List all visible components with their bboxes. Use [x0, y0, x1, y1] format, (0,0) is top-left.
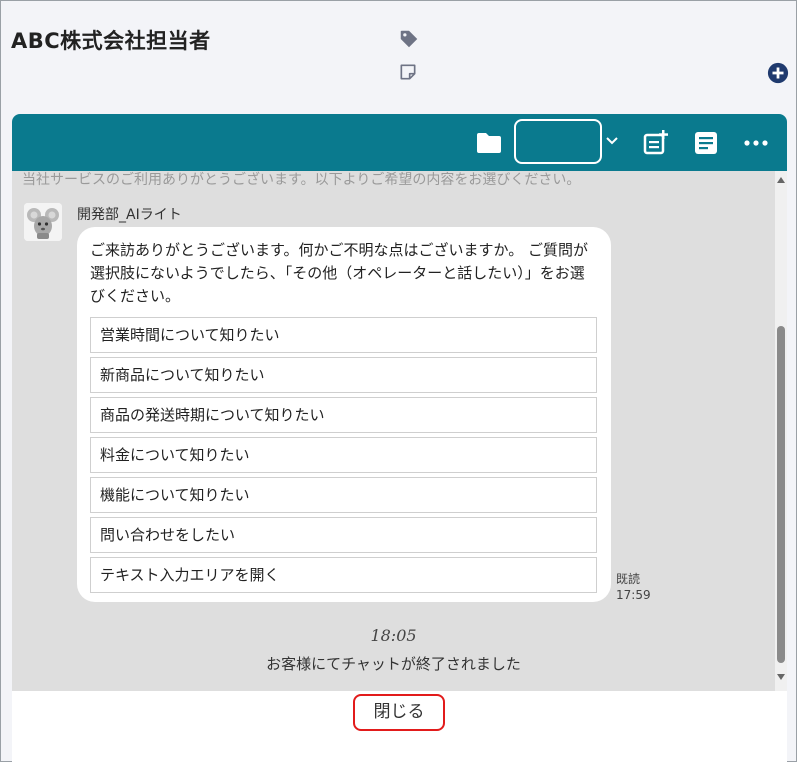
chat-toolbar: [12, 114, 787, 171]
note-icon[interactable]: [398, 62, 418, 82]
option-pricing[interactable]: 料金について知りたい: [90, 437, 597, 473]
scroll-down-arrow-icon[interactable]: [777, 674, 785, 680]
folder-button[interactable]: [474, 128, 504, 158]
bot-message-text: ご来訪ありがとうございます。何かご不明な点はございますか。 ご質問が選択肢にない…: [90, 241, 588, 305]
read-label: 既読: [616, 572, 641, 586]
chat-panel: 当社サービスのご利用ありがとうございます。以下よりご希望の内容をお選びください。…: [12, 114, 787, 762]
page-title: ABC株式会社担当者: [11, 29, 211, 53]
option-new-products[interactable]: 新商品について知りたい: [90, 357, 597, 393]
more-icon: [744, 140, 768, 146]
option-inquiry[interactable]: 問い合わせをしたい: [90, 517, 597, 553]
add-note-icon: [643, 130, 668, 155]
document-button[interactable]: [691, 128, 721, 158]
document-icon: [695, 132, 717, 154]
chat-window: ABC株式会社担当者 当社サービスのご利用ありがとうございます。以下よりご希望の…: [0, 0, 797, 762]
status-select[interactable]: [514, 119, 602, 164]
bot-avatar: [24, 203, 62, 241]
sender-name: 開発部_AIライト: [77, 207, 182, 223]
scroll-up-arrow-icon[interactable]: [777, 177, 785, 183]
plus-circle-icon[interactable]: [767, 62, 789, 84]
previous-message-partial: 当社サービスのご利用ありがとうございます。以下よりご希望の内容をお選びください。: [22, 172, 581, 188]
tag-icon[interactable]: [398, 28, 420, 50]
bot-message-bubble: ご来訪ありがとうございます。何かご不明な点はございますか。 ご質問が選択肢にない…: [77, 227, 611, 602]
chat-end-time: 18:05: [370, 626, 417, 645]
more-button[interactable]: [741, 128, 771, 158]
close-button[interactable]: 閉じる: [353, 694, 445, 731]
read-status: 既読 17:59: [616, 571, 651, 603]
chat-end-message: お客様にてチャットが終了されました: [266, 655, 521, 673]
chevron-down-icon[interactable]: [604, 132, 620, 148]
chat-history: 当社サービスのご利用ありがとうございます。以下よりご希望の内容をお選びください。…: [12, 171, 775, 691]
option-shipping-time[interactable]: 商品の発送時期について知りたい: [90, 397, 597, 433]
read-time: 17:59: [616, 588, 651, 602]
option-features[interactable]: 機能について知りたい: [90, 477, 597, 513]
option-open-text-input[interactable]: テキスト入力エリアを開く: [90, 557, 597, 593]
add-note-button[interactable]: [641, 128, 671, 158]
option-business-hours[interactable]: 営業時間について知りたい: [90, 317, 597, 353]
chat-scrollbar[interactable]: [775, 171, 787, 691]
folder-icon: [477, 133, 501, 153]
scrollbar-thumb[interactable]: [777, 326, 785, 663]
